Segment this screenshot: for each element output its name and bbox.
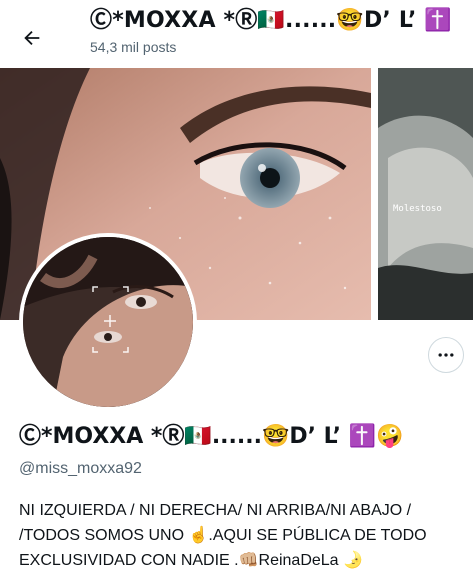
post-count: 54,3 mil posts	[90, 39, 177, 55]
bio-line: NI IZQUIERDA / NI DERECHA/ NI ARRIBA/NI …	[19, 502, 412, 519]
back-button[interactable]	[14, 20, 50, 56]
banner-side-photo: Molestoso	[378, 68, 473, 320]
arrow-left-icon	[24, 30, 40, 46]
banner-caption: Molestoso	[393, 204, 442, 214]
user-handle: @miss_moxxa92	[19, 460, 142, 477]
avatar-photo	[23, 237, 193, 407]
profile-bio: NI IZQUIERDA / NI DERECHA/ NI ARRIBA/NI …	[19, 498, 473, 573]
display-name: Ⓒ*MOXXA *Ⓡ🇲🇽......🤓D’ L’ ✝️🤪	[19, 424, 404, 449]
avatar[interactable]	[19, 233, 197, 411]
bio-line: EXCLUSIVIDAD CON NADIE .👊🏼ReinaDeLa 🌛	[19, 552, 363, 569]
header-title: Ⓒ*MOXXA *Ⓡ🇲🇽......🤓D’ L’ ✝️	[90, 8, 453, 33]
profile-header: Ⓒ*MOXXA *Ⓡ🇲🇽......🤓D’ L’ ✝️ 54,3 mil pos…	[0, 0, 473, 68]
more-horizontal-icon	[438, 353, 454, 357]
bio-line: /TODOS SOMOS UNO ☝️.AQUI SE PÚBLICA DE T…	[19, 527, 427, 544]
more-options-button[interactable]	[428, 337, 464, 373]
